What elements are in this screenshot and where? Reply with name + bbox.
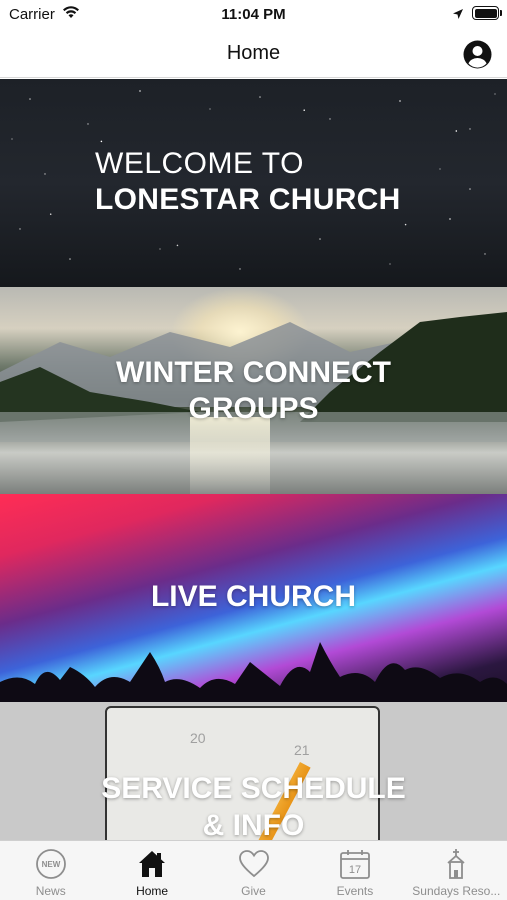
calendar-icon-text: 17 [349,864,361,876]
tab-home[interactable]: Home [101,841,202,900]
tab-news[interactable]: NEW News [0,841,101,900]
service-schedule-banner[interactable]: 20 21 SERVICE SCHEDULE & INFO [0,702,507,840]
live-church-banner[interactable]: LIVE CHURCH [0,494,507,702]
notebook-date-20: 20 [190,730,206,746]
page-title: Home [226,42,281,64]
profile-icon[interactable] [463,40,492,69]
status-bar: Carrier 11:04 PM [0,0,507,30]
winter-connect-title: WINTER CONNECT GROUPS [0,355,507,427]
welcome-line1: WELCOME TO [95,147,304,180]
tab-home-label: Home [136,884,169,898]
battery-tip [500,10,502,16]
service-schedule-title: SERVICE SCHEDULE & INFO [0,770,507,840]
welcome-line2: LONESTAR CHURCH [95,183,401,216]
service-schedule-line1: SERVICE SCHEDULE [101,772,406,805]
welcome-banner[interactable]: WELCOME TO LONESTAR CHURCH [0,79,507,287]
tab-sundays-resources[interactable]: Sundays Reso... [406,841,507,900]
winter-connect-banner[interactable]: WINTER CONNECT GROUPS [0,287,507,494]
winter-connect-line2: GROUPS [188,392,319,425]
calendar-icon: 17 [338,847,372,881]
church-icon [439,847,473,881]
tab-give[interactable]: Give [203,841,304,900]
notebook-date-21: 21 [294,742,310,758]
news-icon: NEW [34,847,68,881]
home-icon [135,847,169,881]
tab-give-label: Give [241,884,266,898]
winter-connect-line1: WINTER CONNECT [116,356,391,389]
service-schedule-line2: & INFO [202,809,305,840]
tab-events[interactable]: 17 Events [304,841,405,900]
water-reflection [190,417,270,494]
tab-news-label: News [35,884,66,898]
tab-sundays-resources-label: Sundays Reso... [412,884,501,898]
clock: 11:04 PM [221,6,286,23]
nav-bar: Home [0,30,507,78]
news-icon-text: NEW [41,860,60,869]
location-arrow-icon [452,7,464,25]
tab-events-label: Events [336,884,374,898]
concert-crowd-image [0,642,507,702]
tab-bar: NEW News Home Give 17 Events Sundays Res… [0,840,507,900]
live-church-title: LIVE CHURCH [150,580,356,613]
battery-icon [472,6,499,20]
heart-icon [237,847,271,881]
